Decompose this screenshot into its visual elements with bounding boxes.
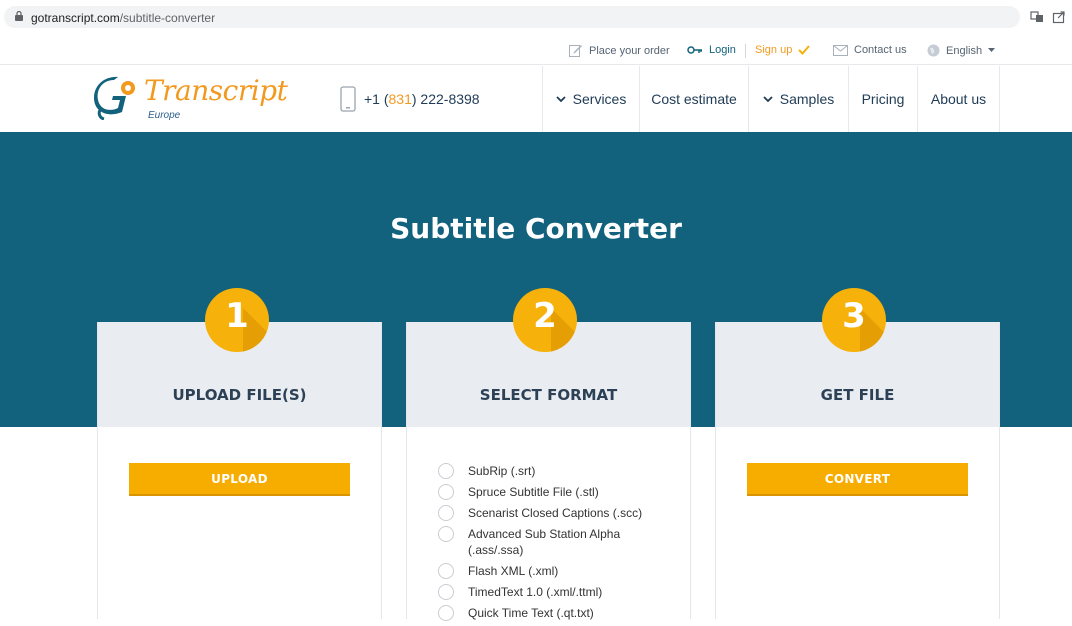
key-icon	[687, 46, 702, 54]
nav-samples[interactable]: Samples	[748, 66, 848, 132]
nav-cost-estimate[interactable]: Cost estimate	[639, 66, 748, 132]
url-path: /subtitle-converter	[119, 11, 216, 25]
browser-address-bar: gotranscript.com/subtitle-converter	[0, 0, 1072, 34]
step-number: 1	[225, 296, 249, 336]
translate-icon[interactable]	[1030, 10, 1044, 24]
radio-button[interactable]	[438, 505, 454, 521]
logo-wordmark: Transcript	[144, 74, 288, 107]
step-card-upload: UPLOAD FILE(S) UPLOAD	[97, 322, 382, 619]
signup-link[interactable]: Sign up	[755, 44, 811, 56]
nav-about[interactable]: About us	[917, 66, 1000, 132]
nav-services[interactable]: Services	[542, 66, 639, 132]
page-title: Subtitle Converter	[390, 212, 682, 245]
nav-about-label: About us	[930, 91, 987, 107]
format-radio-list: SubRip (.srt) Spruce Subtitle File (.stl…	[438, 463, 678, 626]
place-order-link[interactable]: Place your order	[569, 44, 670, 57]
phone-icon	[340, 86, 356, 112]
share-icon[interactable]	[1052, 10, 1066, 24]
radio-button[interactable]	[438, 463, 454, 479]
chevron-down-icon	[763, 95, 773, 102]
signup-label: Sign up	[755, 44, 793, 56]
chevron-down-icon	[556, 95, 566, 102]
radio-button[interactable]	[438, 526, 454, 542]
radio-button[interactable]	[438, 584, 454, 600]
contact-label: Contact us	[854, 44, 907, 56]
format-option[interactable]: Flash XML (.xml)	[438, 563, 678, 579]
language-selector[interactable]: English	[927, 44, 996, 57]
logo-mark-icon	[94, 76, 135, 120]
step-label-get-file: GET FILE	[820, 386, 895, 404]
format-label: Scenarist Closed Captions (.scc)	[468, 506, 643, 520]
lock-icon	[15, 11, 23, 21]
checkmark-icon	[798, 45, 811, 55]
caret-down-icon	[988, 48, 996, 52]
convert-button[interactable]: CONVERT	[747, 463, 968, 496]
url-text[interactable]: gotranscript.com/subtitle-converter	[31, 11, 215, 25]
phone-number[interactable]: +1 (831) 222-8398	[340, 86, 480, 112]
step-label-upload: UPLOAD FILE(S)	[172, 386, 307, 404]
step-badge-3: 3	[822, 288, 886, 352]
divider	[745, 44, 746, 58]
login-label: Login	[709, 44, 736, 56]
step-label-format: SELECT FORMAT	[479, 386, 618, 404]
place-order-label: Place your order	[589, 44, 670, 57]
step-badge-2: 2	[513, 288, 577, 352]
language-label: English	[946, 44, 983, 57]
step-badge-1: 1	[205, 288, 269, 352]
nav-pricing[interactable]: Pricing	[848, 66, 917, 132]
globe-icon	[927, 44, 940, 57]
nav-cost-estimate-label: Cost estimate	[651, 91, 737, 107]
contact-link[interactable]: Contact us	[833, 44, 907, 56]
format-option[interactable]: SubRip (.srt)	[438, 463, 678, 479]
phone-area-code: 831	[388, 91, 412, 107]
radio-button[interactable]	[438, 563, 454, 579]
format-option[interactable]: Spruce Subtitle File (.stl)	[438, 484, 678, 500]
upload-button[interactable]: UPLOAD	[129, 463, 350, 496]
radio-button[interactable]	[438, 484, 454, 500]
step-number: 3	[842, 296, 866, 336]
gotranscript-logo[interactable]: Transcript Europe	[94, 72, 288, 124]
login-link[interactable]: Login	[687, 44, 736, 56]
format-label: Spruce Subtitle File (.stl)	[468, 485, 599, 499]
format-option[interactable]: TimedText 1.0 (.xml/.ttml)	[438, 584, 678, 600]
step-number: 2	[533, 296, 557, 336]
site-header: Transcript Europe +1 (831) 222-8398 Serv…	[0, 66, 1072, 132]
phone-rest: ) 222-8398	[411, 91, 480, 107]
phone-prefix: +1 (	[364, 91, 389, 107]
edit-icon	[569, 45, 582, 57]
top-utility-bar: Place your order Login Sign up Contact u…	[0, 37, 1072, 65]
format-option[interactable]: Scenarist Closed Captions (.scc)	[438, 505, 678, 521]
mail-icon	[833, 44, 848, 56]
nav-samples-label: Samples	[779, 91, 835, 107]
format-option[interactable]: Advanced Sub Station Alpha (.ass/.ssa)	[438, 526, 678, 558]
step-card-get-file: GET FILE CONVERT	[715, 322, 1000, 619]
nav-services-label: Services	[572, 91, 627, 107]
format-label: TimedText 1.0 (.xml/.ttml)	[468, 585, 603, 599]
format-label: SubRip (.srt)	[468, 464, 536, 478]
nav-pricing-label: Pricing	[861, 91, 905, 107]
url-domain: gotranscript.com	[31, 11, 120, 25]
format-label: Advanced Sub Station Alpha (.ass/.ssa)	[468, 527, 621, 557]
logo-subtitle: Europe	[148, 110, 181, 121]
format-label: Flash XML (.xml)	[468, 564, 559, 578]
